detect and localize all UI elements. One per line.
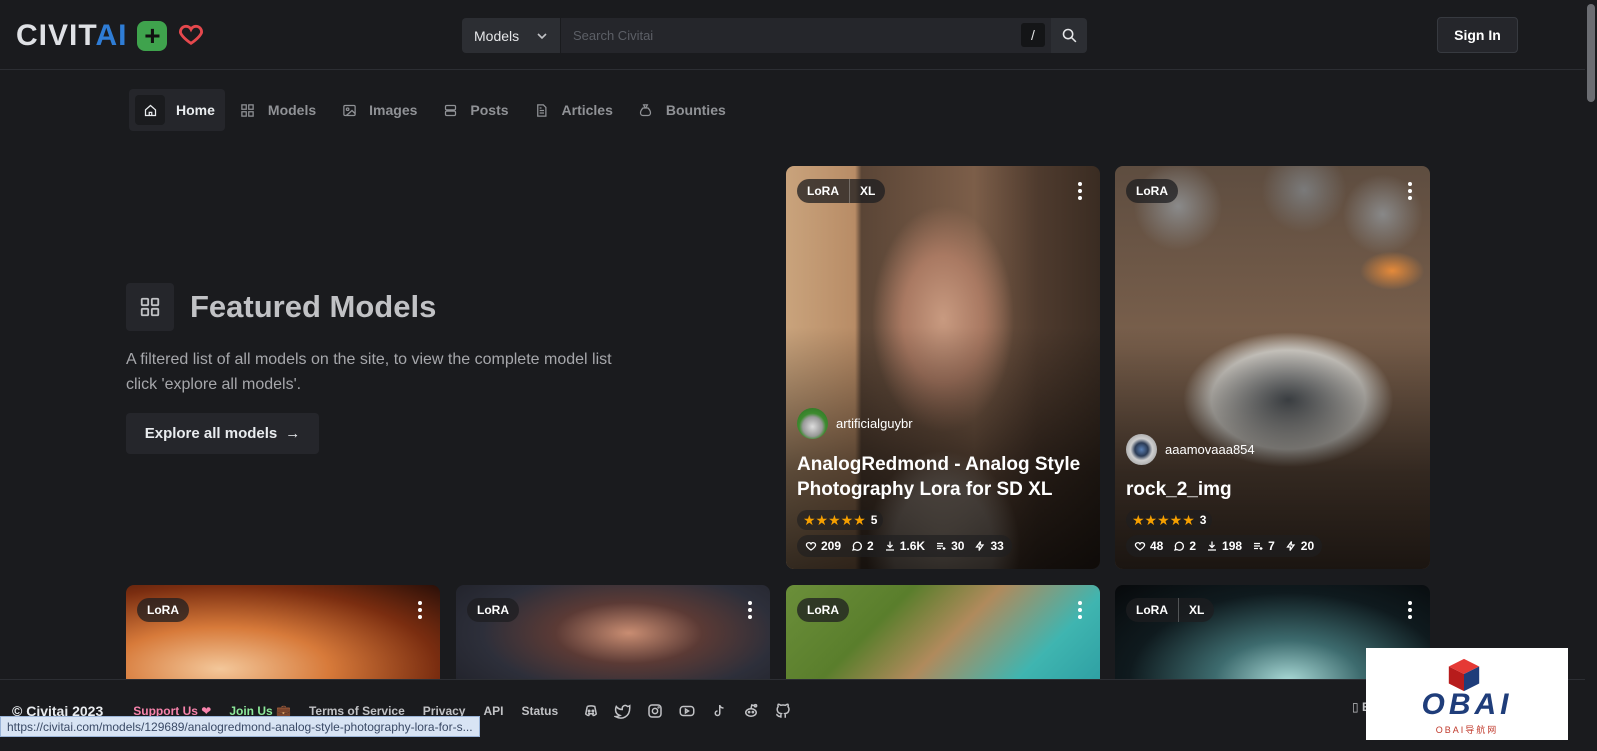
article-icon — [533, 101, 551, 119]
card-menu-icon[interactable] — [748, 601, 752, 622]
card-menu-icon[interactable] — [1078, 182, 1082, 203]
avatar — [1126, 434, 1157, 465]
chevron-down-icon — [537, 32, 547, 39]
status-link[interactable]: Status — [522, 704, 559, 718]
model-stats: 209 2 1.6K 30 33 — [797, 535, 1012, 557]
nav-item-label: Images — [369, 102, 418, 118]
heart-icon[interactable] — [177, 20, 205, 53]
bolt-icon — [1286, 541, 1295, 551]
search-category-select[interactable]: Models — [462, 18, 561, 53]
search-category-label: Models — [474, 27, 520, 44]
search-button[interactable] — [1051, 18, 1087, 53]
nav-item-label: Models — [267, 102, 317, 118]
creator[interactable]: aaamovaaa854 — [1126, 434, 1255, 465]
discord-icon[interactable] — [582, 702, 600, 720]
explore-label: Explore all models — [144, 425, 278, 442]
search-shortcut-key: / — [1021, 23, 1045, 47]
top-header: CIVITAI + Models / Sign In — [0, 0, 1597, 70]
comment-icon — [1174, 541, 1185, 551]
model-type-badge: LoRA — [797, 598, 849, 622]
section-nav: Home Models Images Posts Articles Bounti… — [129, 89, 736, 131]
create-plus-icon[interactable]: + — [137, 21, 168, 51]
nav-item-home[interactable]: Home — [129, 89, 225, 131]
creator[interactable]: artificialguybr — [797, 408, 913, 439]
arrow-right-icon: → — [285, 425, 301, 442]
grid-icon — [239, 101, 257, 119]
watermark-subtext: OBAI导航网 — [1435, 725, 1499, 735]
star-icons: ★★★★★ — [803, 511, 866, 528]
nav-item-posts[interactable]: Posts — [431, 89, 518, 131]
rating: ★★★★★ 3 — [1126, 510, 1213, 530]
bolt-icon — [975, 541, 985, 551]
browser-status-url: https://civitai.com/models/129689/analog… — [0, 716, 480, 737]
page-footer: © Civitai 2023 Support Us ❤ Join Us 💼 Te… — [0, 679, 1585, 751]
search-icon — [1062, 28, 1076, 43]
scrollbar-thumb[interactable] — [1587, 4, 1595, 102]
watermark-text: OBAI — [1421, 688, 1513, 721]
card-menu-icon[interactable] — [1408, 182, 1412, 203]
star-icons: ★★★★★ — [1132, 511, 1195, 528]
api-link[interactable]: API — [483, 704, 503, 718]
explore-all-models-button[interactable]: Explore all models → — [126, 413, 319, 454]
sign-in-button[interactable]: Sign In — [1437, 17, 1518, 53]
nav-item-label: Posts — [470, 102, 509, 118]
nav-item-articles[interactable]: Articles — [523, 89, 623, 131]
featured-description: A filtered list of all models on the sit… — [126, 351, 612, 393]
obai-watermark: OBAI OBAI导航网 — [1366, 648, 1568, 740]
model-type-badge: LoRA — [1126, 179, 1178, 203]
nav-item-bounties[interactable]: Bounties — [627, 89, 736, 131]
comment-icon — [852, 541, 862, 551]
heart-icon — [1134, 542, 1146, 551]
nav-item-models[interactable]: Models — [229, 89, 326, 131]
model-stats: 48 2 198 7 20 — [1126, 535, 1323, 557]
collection-icon — [1254, 542, 1263, 550]
search-input[interactable] — [561, 18, 1051, 53]
search-bar: Models / — [462, 18, 1087, 53]
grid-icon — [126, 283, 174, 331]
model-name: rock_2_img — [1126, 479, 1232, 500]
home-icon — [135, 95, 165, 125]
card-menu-icon[interactable] — [1408, 601, 1412, 622]
moneybag-icon — [637, 101, 655, 119]
model-name: AnalogRedmond - Analog Style Photography… — [797, 454, 1081, 500]
download-icon — [1208, 541, 1217, 551]
creator-name: aaamovaaa854 — [1165, 442, 1255, 457]
reddit-icon[interactable] — [742, 702, 760, 720]
avatar — [797, 408, 828, 439]
model-card[interactable]: LoRA XL artificialguybr AnalogRedmond - A… — [786, 166, 1100, 569]
nav-item-label: Bounties — [665, 102, 726, 118]
civitai-logo[interactable]: CIVITAI + — [16, 18, 205, 54]
model-type-badge: LoRA XL — [1126, 598, 1215, 622]
download-icon — [885, 541, 894, 551]
youtube-icon[interactable] — [678, 702, 696, 720]
creator-name: artificialguybr — [836, 416, 913, 431]
model-type-badge: LoRA — [137, 598, 189, 622]
model-type-badge: LoRA — [467, 598, 519, 622]
card-menu-icon[interactable] — [418, 601, 422, 622]
heart-icon — [805, 542, 817, 551]
nav-item-images[interactable]: Images — [330, 89, 427, 131]
github-icon[interactable] — [774, 702, 792, 720]
model-type-badge: LoRA XL — [797, 179, 886, 203]
posts-icon — [441, 101, 459, 119]
rating-count: 5 — [870, 513, 878, 527]
rating-count: 3 — [1199, 513, 1207, 527]
nav-item-label: Articles — [561, 102, 613, 118]
card-menu-icon[interactable] — [1078, 601, 1082, 622]
image-icon — [340, 101, 358, 119]
model-card[interactable]: LoRA aaamovaaa854 rock_2_img ★★★★★ 3 48 2… — [1115, 166, 1430, 569]
nav-item-label: Home — [176, 102, 215, 118]
rating: ★★★★★ 5 — [797, 510, 884, 530]
logo-wordmark: CIVITAI — [16, 19, 128, 52]
tiktok-icon[interactable] — [710, 702, 728, 720]
featured-title: Featured Models — [190, 289, 437, 324]
collection-icon — [937, 542, 946, 550]
instagram-icon[interactable] — [646, 702, 664, 720]
page-scrollbar[interactable] — [1585, 0, 1597, 751]
featured-section: Featured Models A filtered list of all m… — [126, 283, 686, 454]
twitter-icon[interactable] — [614, 702, 632, 720]
